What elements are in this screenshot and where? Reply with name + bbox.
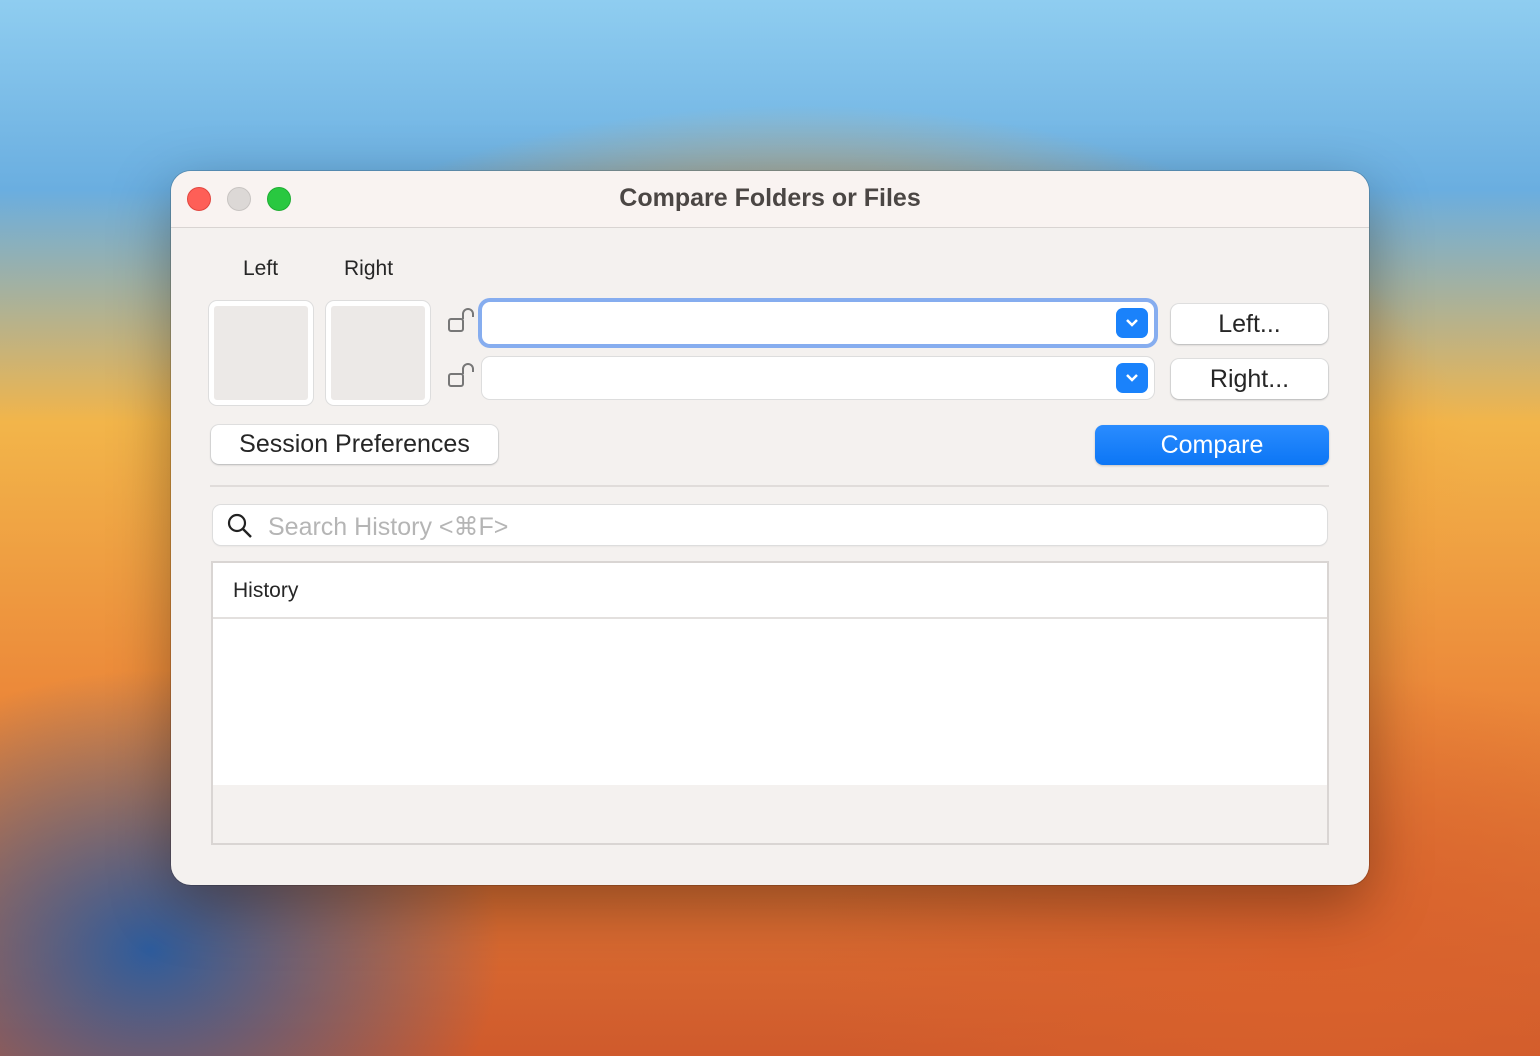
right-drop-well[interactable] xyxy=(326,301,430,405)
session-preferences-button[interactable]: Session Preferences xyxy=(211,425,498,464)
history-table: History xyxy=(211,561,1329,845)
unlock-icon[interactable] xyxy=(447,307,475,335)
browse-left-button[interactable]: Left... xyxy=(1171,304,1328,344)
left-path-combobox[interactable] xyxy=(482,302,1154,344)
history-list[interactable] xyxy=(213,619,1327,785)
right-label: Right xyxy=(344,257,394,280)
left-drop-well[interactable] xyxy=(209,301,313,405)
search-icon xyxy=(227,513,252,538)
title-bar: Compare Folders or Files xyxy=(171,171,1369,228)
browse-right-button[interactable]: Right... xyxy=(1171,359,1328,399)
divider xyxy=(210,485,1329,487)
compare-window: Compare Folders or Files Left Right Left… xyxy=(171,171,1369,885)
chevron-down-icon[interactable] xyxy=(1116,308,1148,338)
search-history-input[interactable]: Search History <⌘F> xyxy=(213,505,1327,545)
compare-button[interactable]: Compare xyxy=(1095,425,1329,465)
history-column-header[interactable]: History xyxy=(213,563,1327,619)
chevron-down-icon[interactable] xyxy=(1116,363,1148,393)
unlock-icon[interactable] xyxy=(447,362,475,390)
left-label: Left xyxy=(243,257,279,280)
right-path-combobox[interactable] xyxy=(482,357,1154,399)
search-placeholder: Search History <⌘F> xyxy=(268,513,509,541)
window-title: Compare Folders or Files xyxy=(619,184,921,212)
